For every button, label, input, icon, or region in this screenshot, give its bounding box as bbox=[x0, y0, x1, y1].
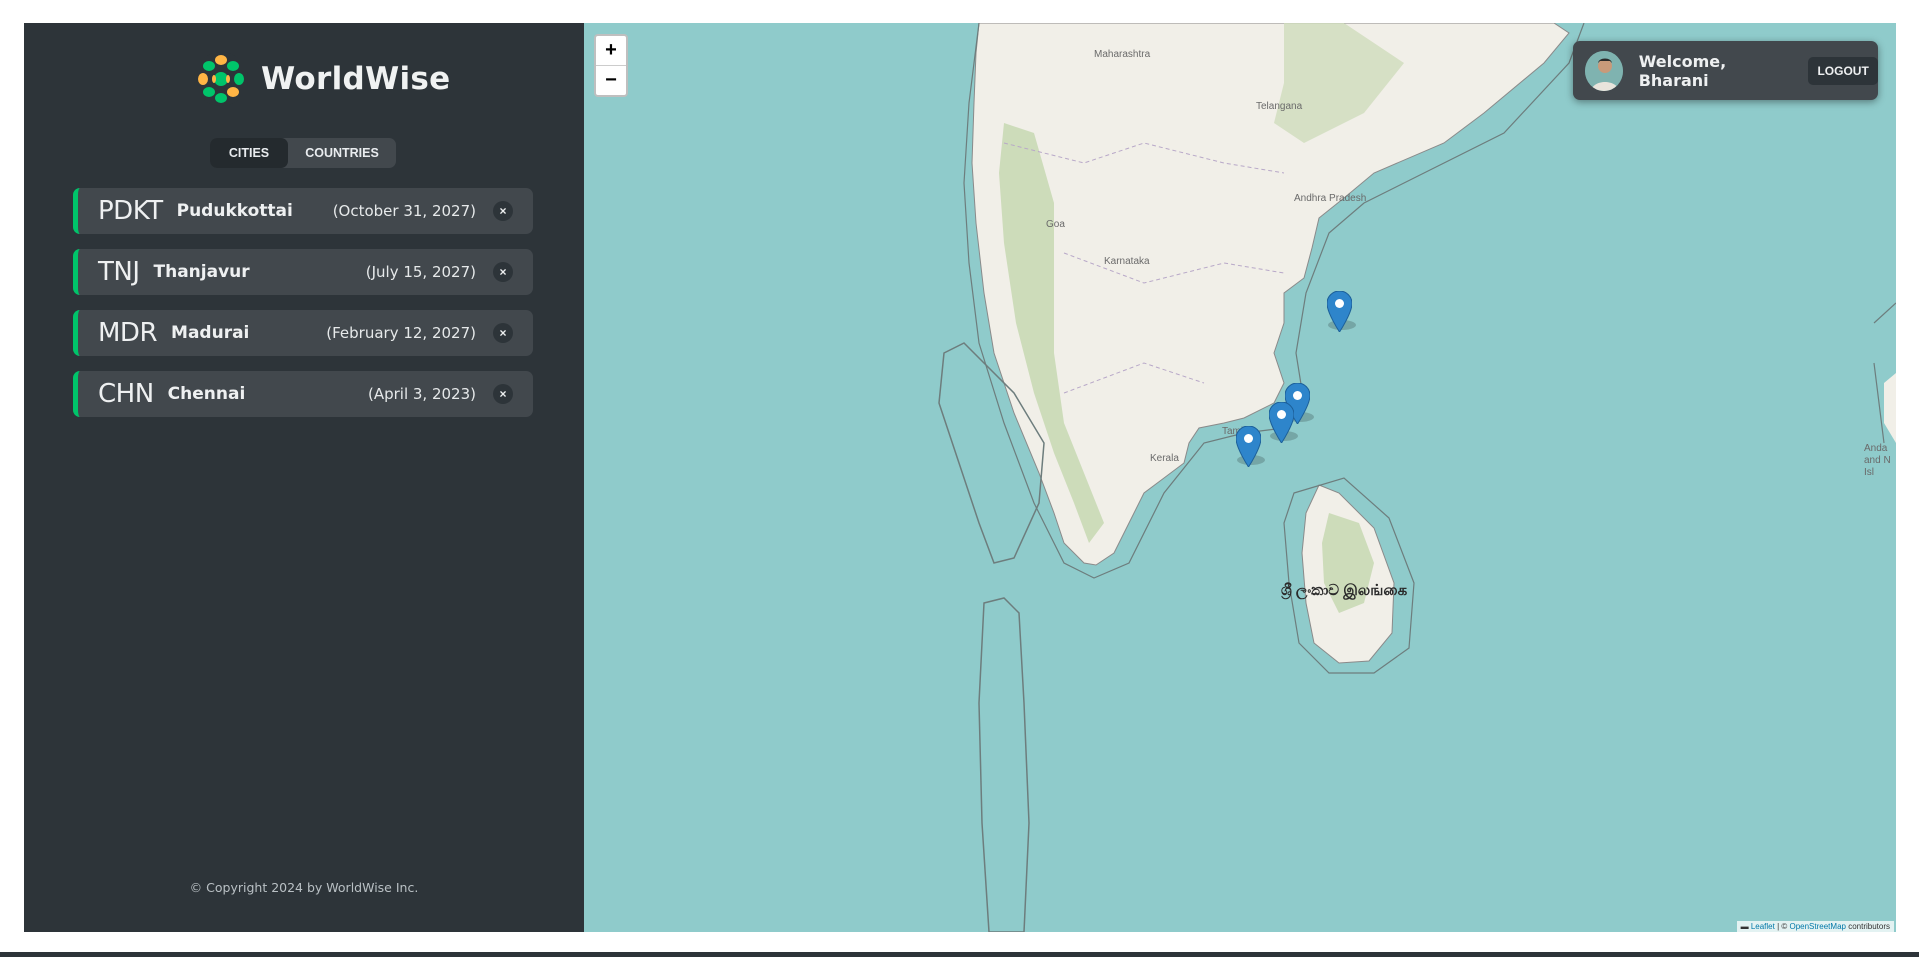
city-name: Thanjavur bbox=[153, 262, 250, 282]
delete-city-button[interactable]: × bbox=[493, 262, 513, 282]
app-layout: WorldWise Cities Countries PDKT Pudukkot… bbox=[24, 23, 1896, 932]
attribution-separator: | © bbox=[1774, 922, 1790, 931]
logo[interactable]: WorldWise bbox=[193, 51, 451, 107]
city-name: Pudukkottai bbox=[176, 201, 293, 221]
city-date: (October 31, 2027) bbox=[332, 202, 476, 220]
andaman-edge bbox=[1884, 373, 1896, 443]
app-name: WorldWise bbox=[261, 61, 451, 97]
map-label: Karnataka bbox=[1104, 256, 1150, 267]
tab-countries[interactable]: Countries bbox=[288, 138, 396, 168]
zoom-out-button[interactable]: − bbox=[596, 65, 626, 95]
city-date: (February 12, 2027) bbox=[326, 324, 476, 342]
osm-link[interactable]: OpenStreetMap bbox=[1789, 922, 1845, 931]
delete-city-button[interactable]: × bbox=[493, 323, 513, 343]
sidebar: WorldWise Cities Countries PDKT Pudukkot… bbox=[24, 23, 584, 932]
map-label: ශ්‍රී ලංකාව இலங்கை bbox=[1281, 582, 1408, 599]
flag-icon: ▬ bbox=[1740, 922, 1751, 931]
city-code: MDR bbox=[98, 318, 158, 348]
welcome-text: Welcome, Bharani bbox=[1638, 51, 1727, 90]
map-tiles[interactable] bbox=[584, 23, 1896, 932]
map-label: Goa bbox=[1046, 219, 1065, 230]
map-label: Andhra Pradesh bbox=[1294, 193, 1367, 204]
bottom-band bbox=[0, 952, 1919, 957]
globe-logo-icon bbox=[194, 52, 248, 106]
view-tabs: Cities Countries bbox=[210, 138, 396, 168]
delete-city-button[interactable]: × bbox=[493, 384, 513, 404]
leaflet-link[interactable]: Leaflet bbox=[1751, 922, 1775, 931]
user-avatar-icon bbox=[1585, 50, 1623, 91]
city-date: (April 3, 2023) bbox=[367, 385, 476, 403]
city-item[interactable]: PDKT Pudukkottai (October 31, 2027) × bbox=[73, 188, 533, 234]
map-container[interactable]: Maharashtra Telangana Andhra Pradesh Kar… bbox=[584, 23, 1896, 932]
map-label: Maharashtra bbox=[1094, 49, 1151, 60]
tab-cities[interactable]: Cities bbox=[210, 138, 288, 168]
delete-city-button[interactable]: × bbox=[493, 201, 513, 221]
map-label: Kerala bbox=[1150, 453, 1179, 464]
avatar bbox=[1585, 50, 1623, 91]
city-code: PDKT bbox=[98, 196, 163, 226]
map-marker[interactable] bbox=[1236, 426, 1261, 467]
user-panel: Welcome, Bharani Logout bbox=[1573, 41, 1878, 100]
city-name: Chennai bbox=[167, 384, 246, 404]
map-label: Anda and N Isl bbox=[1864, 443, 1891, 478]
map-marker[interactable] bbox=[1327, 291, 1352, 332]
city-code: TNJ bbox=[98, 257, 140, 287]
map-label: Telangana bbox=[1256, 101, 1303, 112]
copyright: © Copyright 2024 by WorldWise Inc. bbox=[189, 880, 419, 895]
zoom-in-button[interactable]: + bbox=[596, 36, 626, 65]
city-item[interactable]: MDR Madurai (February 12, 2027) × bbox=[73, 310, 533, 356]
zoom-control: + − bbox=[594, 34, 628, 97]
logout-button[interactable]: Logout bbox=[1808, 56, 1878, 85]
city-item[interactable]: TNJ Thanjavur (July 15, 2027) × bbox=[73, 249, 533, 295]
city-name: Madurai bbox=[171, 323, 250, 343]
city-date: (July 15, 2027) bbox=[365, 263, 476, 281]
city-list: PDKT Pudukkottai (October 31, 2027) × TN… bbox=[73, 188, 533, 432]
attribution-contributors: contributors bbox=[1845, 922, 1890, 931]
maldives-boundary bbox=[978, 597, 1030, 932]
city-item[interactable]: CHN Chennai (April 3, 2023) × bbox=[73, 371, 533, 417]
map-attribution: ▬ Leaflet | © OpenStreetMap contributors bbox=[1736, 921, 1894, 932]
city-code: CHN bbox=[98, 379, 154, 409]
map-marker[interactable] bbox=[1269, 402, 1294, 443]
